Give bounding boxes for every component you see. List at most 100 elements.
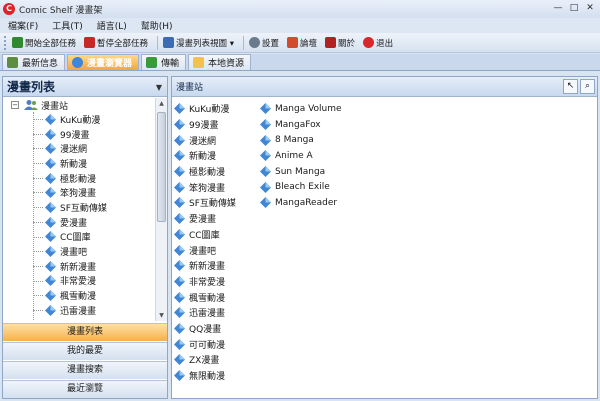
site-list-item[interactable]: 8 Manga xyxy=(260,132,342,148)
tree-item[interactable]: 漫畫吧 xyxy=(3,244,155,259)
tree-item[interactable]: 新新漫畫 xyxy=(3,259,155,274)
scroll-thumb[interactable] xyxy=(157,112,166,222)
tree-item-label: 漫畫吧 xyxy=(60,248,88,259)
site-list-item[interactable]: CC圖庫 xyxy=(174,227,236,243)
tree-item[interactable]: 漫迷網 xyxy=(3,141,155,156)
panel-dropdown-icon[interactable]: ▼ xyxy=(156,83,162,92)
site-list-item[interactable]: 笨狗漫畫 xyxy=(174,179,236,195)
tree-item[interactable]: 迅雷漫畫 xyxy=(3,303,155,318)
site-icon xyxy=(174,370,185,382)
site-icon xyxy=(174,338,185,350)
site-list-item[interactable]: Anime A xyxy=(260,148,342,164)
tree-item[interactable]: 新動漫 xyxy=(3,156,155,171)
menu-tools[interactable]: 工具(T) xyxy=(50,19,85,32)
about-label: 關於 xyxy=(338,38,356,49)
tree-item[interactable]: CC圖庫 xyxy=(3,230,155,245)
site-icon xyxy=(45,128,56,140)
site-icon xyxy=(174,322,185,334)
menu-language[interactable]: 語言(L) xyxy=(95,19,129,32)
site-list-item[interactable]: 99漫畫 xyxy=(174,117,236,133)
tree-item[interactable]: 99漫畫 xyxy=(3,127,155,142)
site-list-item[interactable]: 楓雪動漫 xyxy=(174,289,236,305)
tab-news[interactable]: 最新信息 xyxy=(2,54,66,70)
tree-scrollbar[interactable]: ▲ ▼ xyxy=(155,98,167,321)
site-list-item[interactable]: 新新漫畫 xyxy=(174,258,236,274)
nav-search-button[interactable]: 漫畫搜索 xyxy=(3,361,167,379)
site-icon xyxy=(174,354,185,366)
search-icon[interactable]: ⌕ xyxy=(580,79,595,94)
tree-item[interactable]: 笨狗漫畫 xyxy=(3,185,155,200)
site-list-item[interactable]: SF互動傳媒 xyxy=(174,195,236,211)
toolbar-separator xyxy=(157,35,159,50)
close-button[interactable]: ✕ xyxy=(582,1,598,16)
toolbar-grip[interactable] xyxy=(4,35,7,50)
tree-items: KuKu動漫 99漫畫 漫迷網 新動漫 極影動漫 笨狗漫畫 SF互動傳媒 愛漫畫… xyxy=(3,112,155,318)
site-list-item[interactable]: 漫迷網 xyxy=(174,132,236,148)
nav-recent-button[interactable]: 最近瀏覽 xyxy=(3,380,167,398)
site-list-item[interactable]: 愛漫畫 xyxy=(174,211,236,227)
tree-item[interactable]: SF互動傳媒 xyxy=(3,200,155,215)
menu-file[interactable]: 檔案(F) xyxy=(6,19,40,32)
site-list-item[interactable]: Sun Manga xyxy=(260,164,342,180)
site-list-item[interactable]: 新動漫 xyxy=(174,148,236,164)
site-list-item[interactable]: 漫畫吧 xyxy=(174,242,236,258)
menu-bar: 檔案(F) 工具(T) 語言(L) 幫助(H) xyxy=(0,18,600,33)
list-view-button[interactable]: 漫畫列表視圖 ▾ xyxy=(161,36,236,50)
site-icon xyxy=(45,290,56,302)
tab-comic-browser[interactable]: 漫畫瀏覽器 xyxy=(67,54,140,70)
site-icon xyxy=(174,244,185,256)
site-list-item[interactable]: 無限動漫 xyxy=(174,368,236,384)
site-icon xyxy=(260,166,271,178)
forum-label: 論壇 xyxy=(300,38,318,49)
play-icon xyxy=(12,37,23,48)
settings-button[interactable]: 設置 xyxy=(247,36,281,50)
tab-local-resources[interactable]: 本地資源 xyxy=(188,54,252,70)
main-tab-bar: 最新信息 漫畫瀏覽器 傳輸 本地資源 xyxy=(0,54,600,71)
comic-list-header: 漫畫列表 xyxy=(3,77,167,97)
site-list-item[interactable]: 可可動漫 xyxy=(174,336,236,352)
site-list-item[interactable]: Manga Volume xyxy=(260,101,342,117)
exit-button[interactable]: 退出 xyxy=(361,36,395,50)
news-icon xyxy=(7,57,18,68)
site-list-item[interactable]: ZX漫畫 xyxy=(174,352,236,368)
site-list-column-2: Manga Volume MangaFox 8 Manga Anime A Su… xyxy=(260,101,342,211)
pause-all-tasks-button[interactable]: 暫停全部任務 xyxy=(82,36,150,50)
tab-transfer[interactable]: 傳輸 xyxy=(141,54,187,70)
start-all-tasks-button[interactable]: 開始全部任務 xyxy=(10,36,78,50)
site-list-item[interactable]: 非常愛漫 xyxy=(174,274,236,290)
site-list-item-label: QQ漫畫 xyxy=(189,324,222,335)
site-list-item[interactable]: 迅雷漫畫 xyxy=(174,305,236,321)
site-icon xyxy=(174,134,185,146)
browser-tools: ↖ ⌕ xyxy=(561,79,595,94)
tree-item-label: 愛漫畫 xyxy=(60,218,88,229)
site-icon xyxy=(174,103,185,115)
site-list-item-label: Bleach Exile xyxy=(275,182,330,193)
site-list-item-label: 愛漫畫 xyxy=(189,215,217,226)
tree-item[interactable]: 極影動漫 xyxy=(3,171,155,186)
collapse-icon[interactable]: − xyxy=(11,101,19,109)
site-list-item[interactable]: MangaReader xyxy=(260,195,342,211)
site-list-item[interactable]: 極影動漫 xyxy=(174,164,236,180)
tree-item[interactable]: 楓雪動漫 xyxy=(3,288,155,303)
site-list-column-1: KuKu動漫 99漫畫 漫迷網 新動漫 極影動漫 笨狗漫畫 SF互動傳媒 愛漫畫… xyxy=(174,101,236,383)
site-list-item[interactable]: Bleach Exile xyxy=(260,179,342,195)
site-list-item[interactable]: QQ漫畫 xyxy=(174,321,236,337)
maximize-button[interactable]: □ xyxy=(566,1,582,16)
tree-item[interactable]: KuKu動漫 xyxy=(3,112,155,127)
site-list-item-label: 可可動漫 xyxy=(189,340,226,351)
site-list-item[interactable]: KuKu動漫 xyxy=(174,101,236,117)
minimize-button[interactable]: — xyxy=(550,1,566,16)
scroll-up-icon[interactable]: ▲ xyxy=(156,98,167,109)
scroll-down-icon[interactable]: ▼ xyxy=(156,310,167,321)
nav-comic-list-button[interactable]: 漫畫列表 xyxy=(3,323,167,341)
nav-favorites-button[interactable]: 我的最愛 xyxy=(3,342,167,360)
tree-root[interactable]: − 漫畫站 xyxy=(3,98,155,112)
about-button[interactable]: 關於 xyxy=(323,36,357,50)
tree-item[interactable]: 非常愛漫 xyxy=(3,274,155,289)
menu-help[interactable]: 幫助(H) xyxy=(139,19,175,32)
site-list-item[interactable]: MangaFox xyxy=(260,117,342,133)
back-icon[interactable]: ↖ xyxy=(563,79,578,94)
nav-buttons: 漫畫列表 我的最愛 漫畫搜索 最近瀏覽 xyxy=(3,323,167,399)
forum-button[interactable]: 論壇 xyxy=(285,36,319,50)
tree-item[interactable]: 愛漫畫 xyxy=(3,215,155,230)
